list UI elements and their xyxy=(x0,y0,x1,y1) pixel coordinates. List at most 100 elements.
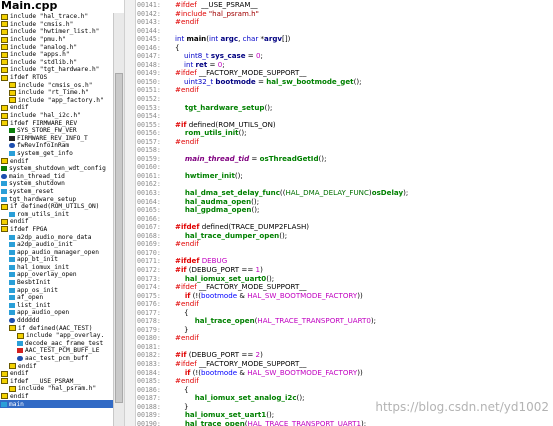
tree-item[interactable]: aac_test_pcm_buff xyxy=(0,355,113,363)
tree-item[interactable]: main xyxy=(0,400,113,408)
code-line[interactable]: 00175: if (!(bootmode & HAL_SW_BOOTMODE_… xyxy=(137,291,553,300)
code-line[interactable]: 00176: #endif xyxy=(137,299,553,308)
tree-item[interactable]: include "hal_psram.h" xyxy=(0,385,113,393)
tree-item[interactable]: list_init xyxy=(0,302,113,310)
tree-item[interactable]: system_get_info xyxy=(0,150,113,158)
code-line[interactable]: 00169: #endif xyxy=(137,239,553,248)
code-line[interactable]: 00168: hal_trace_dumper_open(); xyxy=(137,231,553,240)
code-line[interactable]: 00170: xyxy=(137,248,553,257)
code-line[interactable]: 00173: hal_iomux_set_uart0(); xyxy=(137,274,553,283)
tree-item[interactable]: include "app_factory.h" xyxy=(0,97,113,105)
code-line[interactable]: 00153: tgt_hardware_setup(); xyxy=(137,103,553,112)
tree-item[interactable]: FIRMWARE_REV_INFO_T xyxy=(0,135,113,143)
code-line[interactable]: 00162: xyxy=(137,179,553,188)
code-line[interactable]: 00179: } xyxy=(137,325,553,334)
code-line[interactable]: 00150: uint32_t bootmode = hal_sw_bootmo… xyxy=(137,77,553,86)
tree-item[interactable]: include "hal_trace.h" xyxy=(0,13,113,21)
tree-item[interactable]: include "app_overlay. xyxy=(0,332,113,340)
tree-item[interactable]: a2dp_audio_more_data xyxy=(0,233,113,241)
code-line[interactable]: 00146:{ xyxy=(137,43,553,52)
tree-item[interactable]: app_audio_open xyxy=(0,309,113,317)
tree-item[interactable]: include "hal_i2c.h" xyxy=(0,112,113,120)
tree-item[interactable]: include "analog.h" xyxy=(0,43,113,51)
tree-item[interactable]: app_audio_manager_open xyxy=(0,248,113,256)
code-line[interactable]: 00144: xyxy=(137,26,553,35)
tree-item[interactable]: include "tgt_hardware.h" xyxy=(0,66,113,74)
tree-item[interactable]: system_shutdown_wdt_config xyxy=(0,165,113,173)
code-line[interactable]: 00159: main_thread_tid = osThreadGetId()… xyxy=(137,154,553,163)
tree-item[interactable]: app_overlay_open xyxy=(0,271,113,279)
code-line[interactable]: 00184: if (!(bootmode & HAL_SW_BOOTMODE_… xyxy=(137,368,553,377)
code-line[interactable]: 00172: #if (DEBUG_PORT == 1) xyxy=(137,265,553,274)
code-line[interactable]: 00182: #if (DEBUG_PORT == 2) xyxy=(137,350,553,359)
code-line[interactable]: 00163: hal_dma_set_delay_func((HAL_DMA_D… xyxy=(137,188,553,197)
tree-item[interactable]: include "stdlib.h" xyxy=(0,59,113,67)
tree-item[interactable]: system_shutdown xyxy=(0,180,113,188)
code-line[interactable]: 00181: xyxy=(137,342,553,351)
tree-item[interactable]: hal_iomux_init xyxy=(0,264,113,272)
symbol-tree-scrollbar[interactable] xyxy=(113,13,124,426)
tree-item[interactable]: ifdef FPGA xyxy=(0,226,113,234)
tree-item[interactable]: rom_utils_init xyxy=(0,210,113,218)
scrollbar-thumb[interactable] xyxy=(115,73,123,403)
tree-item[interactable]: include "cmsis_os.h" xyxy=(0,81,113,89)
tree-item[interactable]: if defined(AAC_TEST) xyxy=(0,324,113,332)
tree-item[interactable]: endif xyxy=(0,218,113,226)
code-line[interactable]: 00161: hwtimer_init(); xyxy=(137,171,553,180)
code-line[interactable]: 00186: { xyxy=(137,385,553,394)
tree-item[interactable]: include "cmsis.h" xyxy=(0,21,113,29)
code-line[interactable]: 00190: hal_trace_open(HAL_TRACE_TRANSPOR… xyxy=(137,419,553,426)
tree-item[interactable]: endif xyxy=(0,393,113,401)
tree-item[interactable]: BesbtInit xyxy=(0,279,113,287)
code-editor[interactable]: 00141: #ifdef __USE_PSRAM__ 00142: #include… xyxy=(137,0,553,426)
tree-item[interactable]: endif xyxy=(0,362,113,370)
code-line[interactable]: 00143: #endif xyxy=(137,17,553,26)
code-line[interactable]: 00166: xyxy=(137,214,553,223)
tree-item[interactable]: endif xyxy=(0,104,113,112)
code-line[interactable]: 00178: hal_trace_open(HAL_TRACE_TRANSPOR… xyxy=(137,316,553,325)
code-line[interactable]: 00185: #endif xyxy=(137,376,553,385)
code-line[interactable]: 00165: hal_gpdma_open(); xyxy=(137,205,553,214)
tree-item[interactable]: app_os_init xyxy=(0,286,113,294)
tree-item[interactable]: ifdef RTOS xyxy=(0,74,113,82)
code-line[interactable]: 00156: rom_utils_init(); xyxy=(137,128,553,137)
tree-item[interactable]: if defined(ROM_UTILS_ON) xyxy=(0,203,113,211)
tree-item[interactable]: include "rt_Time.h" xyxy=(0,89,113,97)
code-line[interactable]: 00152: xyxy=(137,94,553,103)
symbol-tree[interactable]: include "hal_trace.h" include "cmsis.h" in… xyxy=(0,13,113,426)
code-line[interactable]: 00148: int ret = 0; xyxy=(137,60,553,69)
code-line[interactable]: 00158: xyxy=(137,145,553,154)
code-line[interactable]: 00183: #ifdef __FACTORY_MODE_SUPPORT__ xyxy=(137,359,553,368)
tree-item[interactable]: main_thread_tid xyxy=(0,172,113,180)
tree-item[interactable]: include "pmu.h" xyxy=(0,36,113,44)
tree-item[interactable]: decode_aac_frame_test xyxy=(0,340,113,348)
tree-item[interactable]: a2dp_audio_init xyxy=(0,241,113,249)
code-line[interactable]: 00164: hal_audma_open(); xyxy=(137,197,553,206)
code-line[interactable]: 00180: #endif xyxy=(137,333,553,342)
code-line[interactable]: 00151: #endif xyxy=(137,85,553,94)
tree-item[interactable]: ifdef __USE_PSRAM__ xyxy=(0,378,113,386)
code-line[interactable]: 00145: int main(int argc, char *argv[]) xyxy=(137,34,553,43)
tree-item[interactable]: app_bt_init xyxy=(0,256,113,264)
tree-item[interactable]: endif xyxy=(0,370,113,378)
tree-item[interactable]: ifdef FIRMWARE_REV xyxy=(0,119,113,127)
code-line[interactable]: 00155: #if defined(ROM_UTILS_ON) xyxy=(137,120,553,129)
tree-item[interactable]: af_open xyxy=(0,294,113,302)
code-line[interactable]: 00157: #endif xyxy=(137,137,553,146)
tree-item[interactable]: tgt_hardware_setup xyxy=(0,195,113,203)
tree-item[interactable]: include "hwtimer_list.h" xyxy=(0,28,113,36)
tree-item[interactable]: include "apps.h" xyxy=(0,51,113,59)
code-line[interactable]: 00147: uint8_t sys_case = 0; xyxy=(137,51,553,60)
code-line[interactable]: 00167: #ifdef defined(TRACE_DUMP2FLASH) xyxy=(137,222,553,231)
tree-item[interactable]: system_reset xyxy=(0,188,113,196)
tree-item[interactable]: AAC_TEST_PCM_BUFF_LE xyxy=(0,347,113,355)
code-line[interactable]: 00160: xyxy=(137,162,553,171)
code-line[interactable]: 00177: { xyxy=(137,308,553,317)
code-line[interactable]: 00141: #ifdef __USE_PSRAM__ xyxy=(137,0,553,9)
code-line[interactable]: 00154: xyxy=(137,111,553,120)
tree-item[interactable]: dddddd xyxy=(0,317,113,325)
code-line[interactable]: 00142: #include "hal_psram.h" xyxy=(137,9,553,18)
tree-item[interactable]: endif xyxy=(0,157,113,165)
tree-item[interactable]: SYS_STORE_FW_VER xyxy=(0,127,113,135)
code-line[interactable]: 00174: #ifdef __FACTORY_MODE_SUPPORT__ xyxy=(137,282,553,291)
